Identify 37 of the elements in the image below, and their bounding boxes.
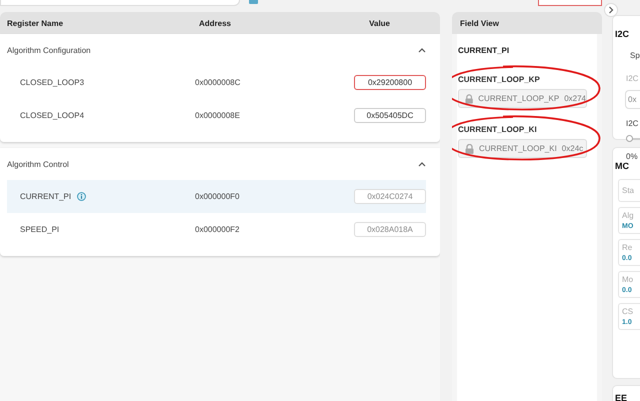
field-label: CURRENT_LOOP_KP [458,75,540,84]
register-address: 0x0000008C [195,78,242,87]
column-header: Register Name [6,18,64,28]
register-name: CURRENT_PI [20,192,72,201]
register-name: CLOSED_LOOP3 [20,78,84,87]
register-title: CURRENT_PI [457,46,510,55]
section-title: Algorithm Control [7,160,69,168]
register-address: 0x0000008E [195,111,241,120]
register-name: SPEED_PI [20,225,60,234]
field-input[interactable]: CURRENT_LOOP_KP 0x274 [458,89,587,108]
slider-reading: 0% [626,152,638,161]
value-field[interactable]: 0x505405DC [354,108,426,123]
register-row[interactable]: CLOSED_LOOP4 0x0000008E 0x505405DC [7,99,426,132]
register-address: 0x000000F2 [195,225,240,234]
collapse-icon[interactable] [418,161,426,167]
column-header: Address [198,18,232,28]
collapse-button[interactable] [604,3,618,17]
chevron-icon[interactable] [608,6,614,14]
input-field[interactable]: 0x [625,90,640,109]
slider-label: I2C [626,119,638,128]
value-field[interactable]: 0x29200800 [354,75,426,90]
column-header: Value [368,18,391,28]
card-title: I2C [615,29,630,39]
field-input[interactable]: CURRENT_LOOP_KI 0x24c [458,139,587,158]
panel-title: Field View [460,18,499,28]
slider-thumb[interactable] [626,135,633,142]
card-title: MC [615,161,629,171]
register-name: CLOSED_LOOP4 [20,111,84,120]
field-label: I2C [626,74,638,83]
card-title: EE [615,393,628,401]
register-address: 0x000000F0 [195,192,240,201]
field-label: CURRENT_LOOP_KI [458,125,537,134]
setting-label: Sp [630,51,640,60]
collapse-icon[interactable] [418,47,426,53]
register-row[interactable]: CLOSED_LOOP3 0x0000008C 0x29200800 [7,66,426,99]
section-title: Algorithm Configuration [7,46,91,54]
status-label: Sta [622,186,636,195]
